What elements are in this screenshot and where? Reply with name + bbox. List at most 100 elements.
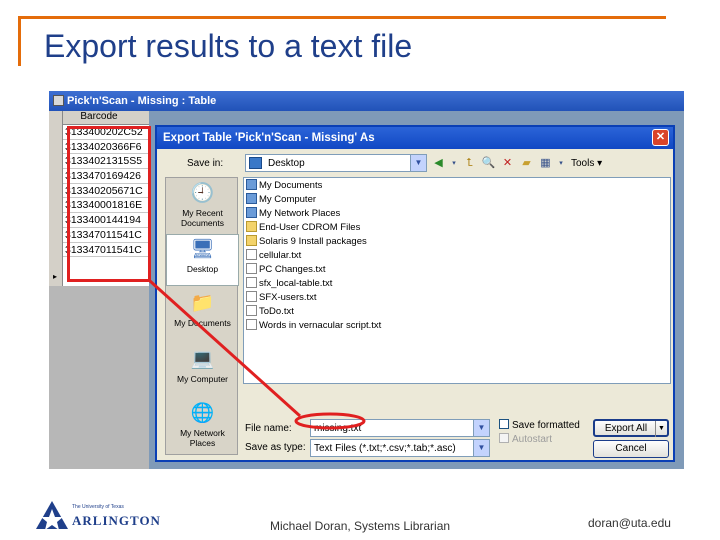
network-places-icon: [246, 207, 257, 218]
place-label: My Documents: [174, 318, 231, 328]
chevron-down-icon[interactable]: ▼: [655, 421, 667, 437]
export-dialog: Export Table 'Pick'n'Scan - Missing' As …: [155, 125, 675, 462]
file-list: My Documents My Computer My Network Plac…: [243, 177, 671, 384]
place-label: Desktop: [186, 264, 219, 274]
file-name: My Computer: [259, 194, 317, 205]
column-header-barcode[interactable]: Barcode: [49, 111, 149, 125]
delete-icon[interactable]: ✕: [500, 156, 515, 171]
file-name: Words in vernacular script.txt: [259, 320, 382, 331]
close-icon[interactable]: ✕: [652, 129, 669, 146]
list-item[interactable]: ToDo.txt: [246, 305, 294, 319]
save-in-value: Desktop: [268, 158, 305, 169]
recent-documents-icon: 🕘: [190, 183, 215, 204]
list-item[interactable]: cellular.txt: [246, 249, 301, 263]
file-name: sfx_local-table.txt: [259, 278, 333, 289]
list-item[interactable]: PC Changes.txt: [246, 263, 326, 277]
file-name: My Network Places: [259, 208, 341, 219]
table-window-titlebar[interactable]: Pick'n'Scan - Missing : Table: [49, 91, 684, 111]
slide-title: Export results to a text file: [44, 28, 413, 64]
checkbox-box[interactable]: [499, 419, 509, 429]
list-item[interactable]: My Computer: [246, 193, 316, 207]
back-icon[interactable]: ◀: [431, 156, 446, 171]
place-my-recent-documents[interactable]: 🕘 My Recent Documents: [166, 182, 239, 228]
column-header-label: Barcode: [80, 111, 118, 122]
dialog-titlebar[interactable]: Export Table 'Pick'n'Scan - Missing' As …: [157, 127, 673, 149]
place-desktop[interactable]: 🖥 Desktop: [166, 234, 239, 286]
my-documents-icon: 📁: [190, 293, 215, 314]
text-file-icon: [246, 249, 257, 260]
autostart-checkbox[interactable]: Autostart: [499, 433, 552, 445]
file-name: cellular.txt: [259, 250, 302, 261]
desktop-icon: [249, 157, 262, 169]
desktop-icon: 🖥: [190, 239, 215, 260]
place-my-documents[interactable]: 📁 My Documents: [166, 292, 239, 328]
save-formatted-checkbox[interactable]: Save formatted: [499, 419, 580, 431]
text-file-icon: [246, 277, 257, 288]
views-icon[interactable]: ▦: [538, 156, 553, 171]
checkbox-box[interactable]: [499, 433, 509, 443]
my-computer-icon: 💻: [190, 349, 215, 370]
save-formatted-label: Save formatted: [512, 420, 580, 431]
title-rule-top: [18, 16, 666, 19]
screenshot: Pick'n'Scan - Missing : Table Barcode 31…: [49, 91, 684, 469]
list-item[interactable]: SFX-users.txt: [246, 291, 317, 305]
new-folder-icon[interactable]: ▰: [519, 156, 534, 171]
list-item[interactable]: Words in vernacular script.txt: [246, 319, 381, 333]
file-name-label: File name:: [245, 423, 292, 434]
file-name-value: missing.txt: [314, 423, 362, 434]
file-name: Solaris 9 Install packages: [259, 236, 367, 247]
logo-arlington-text: ARLINGTON: [72, 513, 161, 528]
cancel-label: Cancel: [615, 443, 647, 454]
export-all-label: Export All: [604, 423, 648, 434]
back-dropdown-icon[interactable]: ▾: [450, 156, 458, 171]
dialog-toolbar: ◀ ▾ ⮤ 🔍 ✕ ▰ ▦ ▾ Tools ▾: [431, 154, 602, 172]
text-file-icon: [246, 263, 257, 274]
folder-icon: [246, 235, 257, 246]
place-my-network-places[interactable]: 🌐 My Network Places: [166, 402, 239, 448]
table-window-title: Pick'n'Scan - Missing : Table: [67, 95, 217, 107]
file-name: SFX-users.txt: [259, 292, 317, 303]
record-selector-column[interactable]: [49, 111, 63, 286]
views-dropdown-icon[interactable]: ▾: [557, 156, 565, 171]
place-my-computer[interactable]: 💻 My Computer: [166, 348, 239, 384]
text-file-icon: [246, 305, 257, 316]
file-name: ToDo.txt: [259, 306, 294, 317]
footer-author: Michael Doran, Systems Librarian: [270, 519, 451, 533]
datasheet-empty-area: [49, 286, 149, 469]
folder-icon: [246, 221, 257, 232]
chevron-down-icon[interactable]: ▼: [473, 420, 489, 436]
place-label: My Computer: [176, 374, 228, 384]
table-icon: [53, 95, 64, 106]
save-in-combo[interactable]: Desktop ▼: [245, 154, 427, 172]
export-all-button[interactable]: Export All ▼: [593, 419, 669, 437]
search-web-icon[interactable]: 🔍: [481, 156, 496, 171]
list-item[interactable]: End-User CDROM Files: [246, 221, 360, 235]
my-documents-icon: [246, 179, 257, 190]
save-as-type-label: Save as type:: [245, 442, 306, 453]
logo-university-text: The University of Texas: [72, 504, 124, 510]
place-label: My Network Places: [180, 428, 225, 448]
text-file-icon: [246, 319, 257, 330]
file-name-input[interactable]: missing.txt ▼: [310, 419, 490, 437]
text-file-icon: [246, 291, 257, 302]
tools-menu[interactable]: Tools ▾: [571, 158, 602, 169]
save-as-type-combo[interactable]: Text Files (*.txt;*.csv;*.tab;*.asc) ▼: [310, 439, 490, 457]
list-item[interactable]: My Network Places: [246, 207, 340, 221]
cancel-button[interactable]: Cancel: [593, 440, 669, 458]
autostart-label: Autostart: [512, 434, 553, 445]
footer-email: doran@uta.edu: [588, 516, 671, 530]
barcode-highlight-box: [67, 126, 151, 282]
up-folder-icon[interactable]: ⮤: [462, 156, 477, 171]
chevron-down-icon[interactable]: ▼: [473, 440, 489, 456]
file-name: End-User CDROM Files: [259, 222, 361, 233]
list-item[interactable]: My Documents: [246, 179, 322, 193]
chevron-down-icon[interactable]: ▼: [410, 155, 426, 171]
title-rule-left: [18, 16, 21, 66]
place-label: My Recent Documents: [181, 208, 224, 228]
my-computer-icon: [246, 193, 257, 204]
file-name: PC Changes.txt: [259, 264, 326, 275]
save-as-type-value: Text Files (*.txt;*.csv;*.tab;*.asc): [314, 443, 456, 454]
list-item[interactable]: sfx_local-table.txt: [246, 277, 332, 291]
list-item[interactable]: Solaris 9 Install packages: [246, 235, 367, 249]
places-bar: 🕘 My Recent Documents 🖥 Desktop 📁 My Doc…: [165, 177, 239, 455]
